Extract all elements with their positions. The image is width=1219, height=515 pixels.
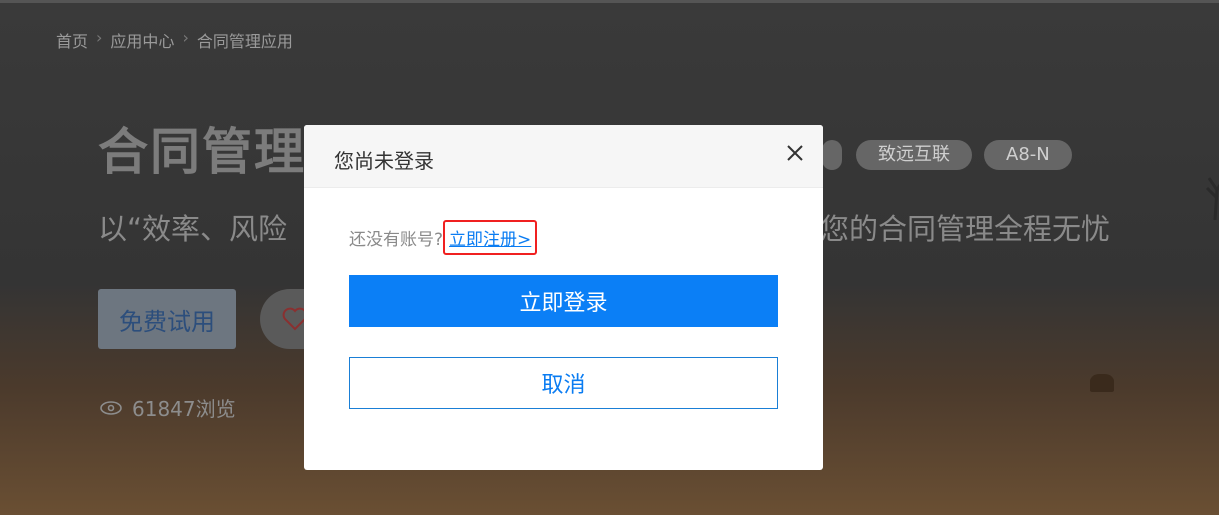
close-icon[interactable] (785, 143, 805, 163)
cancel-button[interactable]: 取消 (349, 357, 778, 409)
dialog-title: 您尚未登录 (334, 149, 434, 173)
register-link[interactable]: 立即注册> (443, 220, 538, 255)
no-account-text: 还没有账号? (349, 230, 444, 250)
dialog-header: 您尚未登录 (304, 125, 823, 188)
register-prompt: 还没有账号? 立即注册> (349, 220, 541, 255)
login-dialog: 您尚未登录 还没有账号? 立即注册> 立即登录 取消 (304, 125, 823, 470)
login-button[interactable]: 立即登录 (349, 275, 778, 327)
